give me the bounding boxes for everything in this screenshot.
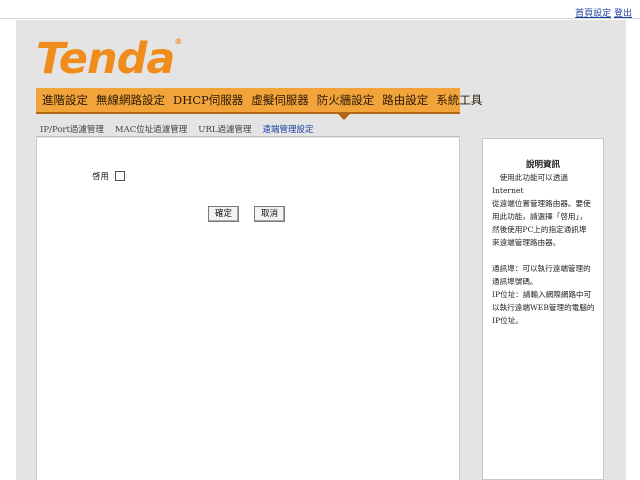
help-line: 然後使用PC上的指定通訊埠 (492, 225, 587, 234)
tenda-logo: Tenda® (36, 37, 182, 81)
active-menu-caret-icon (338, 114, 350, 120)
menu-routing[interactable]: 路由設定 (382, 92, 428, 108)
help-line: 通訊埠號碼。 (492, 277, 538, 286)
help-title: 說明資訊 (525, 160, 560, 170)
menu-system-tools[interactable]: 系統工具 (436, 92, 482, 108)
menu-wireless[interactable]: 無線網路設定 (96, 92, 165, 108)
help-line: IP位址。 (492, 316, 523, 325)
cancel-button[interactable]: 取消 (254, 206, 286, 222)
menu-advanced[interactable]: 進階設定 (42, 92, 88, 108)
main-menu: 進階設定 無線網路設定 DHCP伺服器 虛擬伺服器 防火牆設定 路由設定 系統工… (36, 88, 482, 114)
help-line: 以執行遠端WEB管理的電腦的 (492, 303, 595, 312)
ok-button[interactable]: 確定 (208, 206, 240, 222)
help-line: 使用此功能可以透過Internet (492, 173, 568, 195)
help-line: 用此功能，請選擇「啓用」， (492, 212, 587, 221)
help-line: 來遠端管理路由器。 (492, 238, 561, 247)
enable-label: 啓用 (92, 172, 110, 182)
submenu-ip-port-filter[interactable]: IP/Port過濾管理 (40, 123, 104, 135)
help-line: 通訊埠：可以執行遠端管理的 (492, 264, 591, 273)
submenu-remote-management[interactable]: 遠端管理設定 (263, 123, 314, 135)
enable-row: 啓用 (92, 170, 126, 182)
submenu-url-filter[interactable]: URL過濾管理 (198, 123, 251, 135)
firewall-submenu: IP/Port過濾管理 MAC位址過濾管理 URL過濾管理 遠端管理設定 (40, 123, 325, 135)
logo-text: Tenda (36, 34, 175, 84)
top-divider (0, 18, 640, 19)
menu-dhcp[interactable]: DHCP伺服器 (173, 92, 243, 108)
menu-virtual-server[interactable]: 虛擬伺服器 (251, 92, 309, 108)
help-text: 使用此功能可以透過Internet 從遠端位置管理路由器。要使 用此功能，請選擇… (492, 171, 596, 327)
submenu-divider (36, 136, 460, 137)
registered-mark: ® (174, 37, 182, 46)
help-line: IP位址：請輸入網際網路中可 (492, 290, 592, 299)
enable-checkbox[interactable] (115, 171, 126, 181)
submenu-mac-filter[interactable]: MAC位址過濾管理 (115, 123, 187, 135)
content-panel (36, 138, 460, 480)
menu-firewall[interactable]: 防火牆設定 (317, 92, 375, 108)
help-spacer (492, 249, 596, 262)
help-line: 從遠端位置管理路由器。要使 (492, 199, 591, 208)
